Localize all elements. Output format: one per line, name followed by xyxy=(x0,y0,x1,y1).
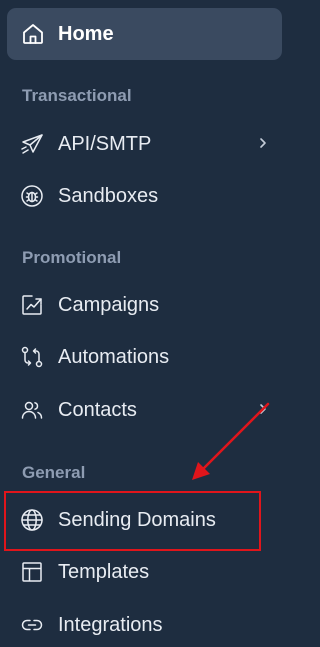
sidebar-item-label: Sending Domains xyxy=(58,509,216,531)
sidebar-item-label: Home xyxy=(58,23,114,45)
sidebar-item-label: Integrations xyxy=(58,614,163,636)
home-icon xyxy=(21,22,45,46)
sidebar-item-api-smtp[interactable]: API/SMTP xyxy=(0,124,282,164)
sidebar-item-label: Automations xyxy=(58,346,170,368)
layout-icon xyxy=(20,560,44,584)
sidebar-item-contacts[interactable]: Contacts xyxy=(0,390,282,430)
bug-icon xyxy=(20,184,44,208)
link-icon xyxy=(20,613,44,637)
sidebar-item-home[interactable]: Home xyxy=(7,8,282,60)
paper-plane-icon xyxy=(20,132,44,156)
sidebar-item-label: Campaigns xyxy=(58,294,160,316)
sidebar-item-label: Templates xyxy=(58,561,150,583)
users-icon xyxy=(20,398,44,422)
sidebar-item-campaigns[interactable]: Campaigns xyxy=(0,285,282,325)
sidebar-item-label: Contacts xyxy=(58,399,137,421)
globe-icon xyxy=(20,508,44,532)
sidebar-item-automations[interactable]: Automations xyxy=(0,337,282,377)
chevron-right-icon xyxy=(256,402,270,416)
section-title-transactional: Transactional xyxy=(22,86,132,105)
sidebar-item-templates[interactable]: Templates xyxy=(0,552,282,592)
section-title-general: General xyxy=(22,463,86,482)
sidebar-item-label: API/SMTP xyxy=(58,133,152,155)
workflow-icon xyxy=(20,345,44,369)
sidebar-item-integrations[interactable]: Integrations xyxy=(0,605,282,645)
sidebar-item-sandboxes[interactable]: Sandboxes xyxy=(0,176,282,216)
sidebar-nav: Home Transactional API/SMTP Sandboxes Pr… xyxy=(0,0,296,647)
sidebar-item-label: Sandboxes xyxy=(58,185,159,207)
chevron-right-icon xyxy=(256,136,270,150)
sidebar-item-sending-domains[interactable]: Sending Domains xyxy=(0,500,282,540)
trend-chart-icon xyxy=(20,293,44,317)
section-title-promotional: Promotional xyxy=(22,248,122,267)
